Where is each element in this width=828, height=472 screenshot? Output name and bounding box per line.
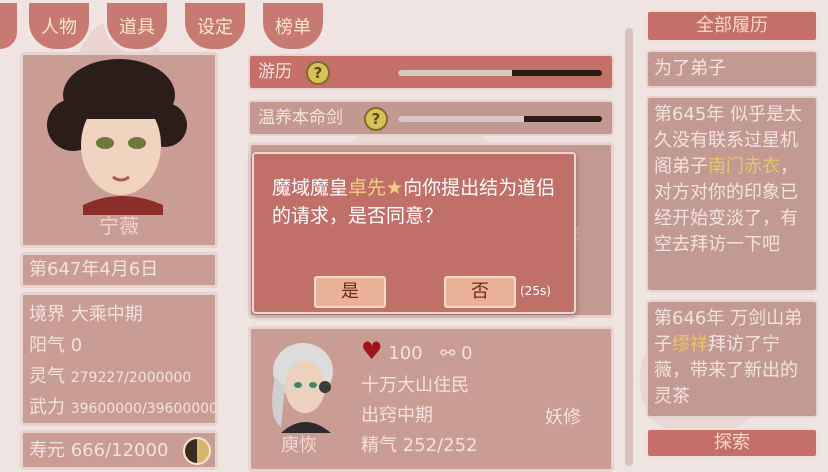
- character-name: 宁薇: [99, 214, 139, 238]
- npc-stats-row: ♥ 100 ⚯ 0: [361, 337, 473, 365]
- dialog-message: 魔域魔皇卓先★向你提出结为道侣的请求，是否同意？: [272, 177, 556, 227]
- current-date: 第647年4月6日: [29, 259, 159, 280]
- npc-realm: 出窍中期: [361, 405, 433, 426]
- yes-button[interactable]: 是: [314, 276, 386, 308]
- tab-settings[interactable]: 设定: [182, 0, 248, 52]
- history-highlight-name: 缪祥: [672, 334, 708, 355]
- history-entry: 为了弟子: [646, 50, 818, 88]
- countdown-timer: (25s): [520, 284, 551, 298]
- history-highlight-name: 南门赤衣: [708, 156, 780, 177]
- tab-leaderboard[interactable]: 榜单: [260, 0, 326, 52]
- npc-name: 庾恢: [281, 435, 317, 456]
- heart-icon: ♥: [361, 337, 383, 365]
- npc-tag: 妖修: [545, 407, 581, 428]
- history-entry: 第645年 似乎是太久没有联系过星机阁弟子南门赤衣，对方对你的印象已经开始变淡了…: [646, 96, 818, 292]
- handcuffs-icon: ⚯: [440, 343, 456, 364]
- scroll-track[interactable]: [625, 28, 633, 466]
- stat-spirit: 灵气 279227/2000000: [29, 366, 192, 387]
- npc-portrait: [272, 343, 333, 433]
- activity-row-sword[interactable]: 温养本命剑 ?: [248, 100, 614, 136]
- activity-row-travel[interactable]: 游历 ?: [248, 54, 614, 90]
- tab-character[interactable]: 人物: [26, 0, 92, 52]
- npc-card[interactable]: 庾恢 ♥ 100 ⚯ 0 十万大山住民 出窍中期 精气 252/252 妖修: [248, 326, 614, 472]
- stat-yang: 阳气 0: [29, 335, 83, 356]
- npc-hp: 100: [388, 343, 423, 364]
- proposal-dialog: 魔域魔皇卓先★向你提出结为道侣的请求，是否同意？ 是 否 (25s): [252, 152, 576, 314]
- character-portrait-panel[interactable]: 宁薇: [20, 52, 218, 248]
- explore-button[interactable]: 探索: [646, 428, 818, 458]
- history-entry: 第646年 万剑山弟子缪祥拜访了宁薇，带来了新出的灵茶: [646, 300, 818, 418]
- stats-panel: 境界 大乘中期 阳气 0 灵气 279227/2000000 武力 396000…: [20, 292, 218, 426]
- history-text: 为了弟子: [654, 58, 726, 79]
- stat-force: 武力 39600000/39600000: [29, 397, 218, 418]
- activity-progress-bar: [398, 70, 602, 76]
- stat-realm: 境界 大乘中期: [29, 304, 143, 325]
- help-icon[interactable]: ?: [306, 61, 330, 85]
- activity-progress-bar: [398, 116, 602, 122]
- npc-bond: 0: [461, 343, 473, 364]
- yin-yang-icon[interactable]: [183, 437, 211, 465]
- tab-items[interactable]: 道具: [104, 0, 170, 52]
- character-portrait: [47, 59, 187, 215]
- help-icon[interactable]: ?: [364, 107, 388, 131]
- npc-origin: 十万大山住民: [361, 375, 469, 396]
- dialog-highlight-name: 卓先★: [348, 177, 404, 199]
- lifespan-panel: 寿元 666/12000: [20, 430, 218, 470]
- history-header[interactable]: 全部履历: [646, 10, 818, 42]
- no-button[interactable]: 否: [444, 276, 516, 308]
- date-panel: 第647年4月6日: [20, 252, 218, 288]
- npc-essence: 精气 252/252: [361, 435, 478, 456]
